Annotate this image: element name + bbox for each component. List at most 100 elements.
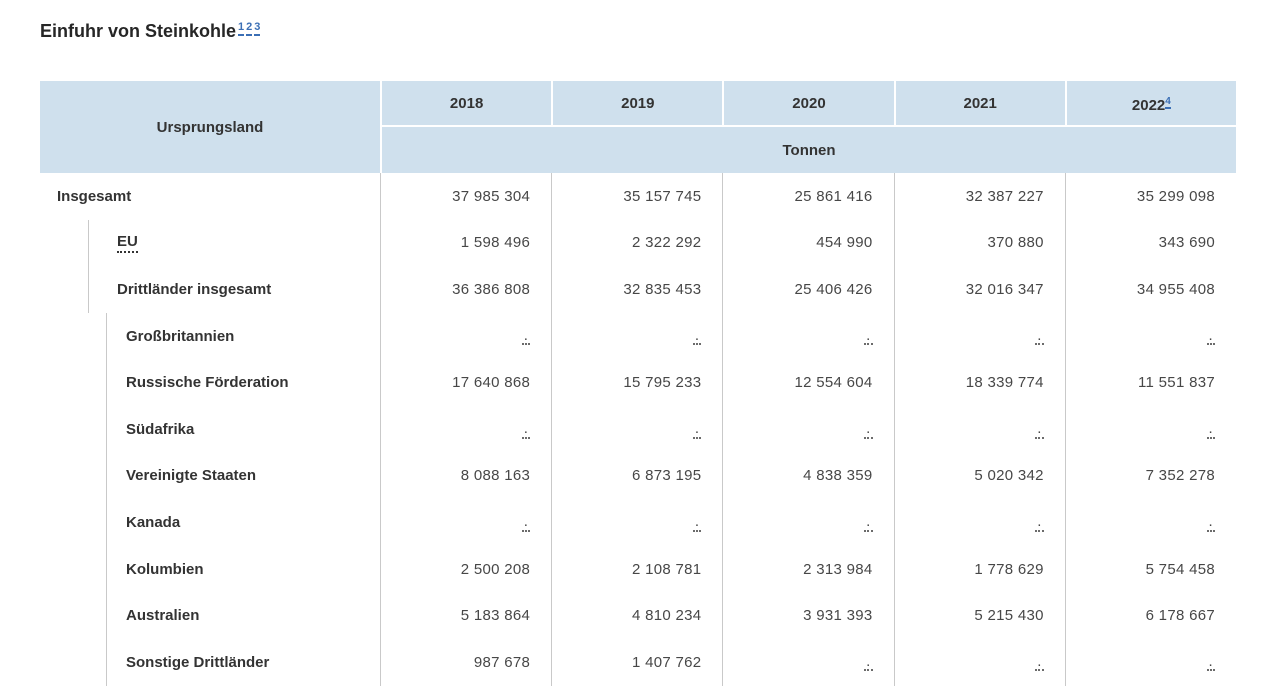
value-cell: 3 931 393	[722, 592, 893, 639]
value-cell: 5 754 458	[1065, 546, 1236, 593]
value-cell: 32 016 347	[894, 266, 1065, 313]
table-header: Ursprungsland 2018 2019 2020 2021 20224 …	[40, 81, 1236, 173]
no-data-symbol[interactable]: .	[693, 422, 701, 439]
value-cell: 8 088 163	[380, 453, 551, 500]
no-data-symbol[interactable]: .	[864, 329, 872, 346]
table-row: Kolumbien2 500 2082 108 7812 313 9841 77…	[40, 546, 1236, 593]
value-cell: 6 178 667	[1065, 592, 1236, 639]
value-cell: .	[1065, 313, 1236, 360]
row-label: Australien	[126, 607, 199, 624]
value-cell: 5 183 864	[380, 592, 551, 639]
row-label: Südafrika	[126, 421, 194, 438]
value-cell: 12 554 604	[722, 359, 893, 406]
row-label-cell: Südafrika	[40, 406, 380, 453]
value-cell: .	[722, 639, 893, 686]
value-cell: 25 861 416	[722, 173, 893, 220]
no-data-symbol[interactable]: .	[522, 515, 530, 532]
table-row: Sonstige Drittländer 987 6781 407 762...	[40, 639, 1236, 686]
indent-guide-line	[106, 359, 107, 406]
table-row: Südafrika.....	[40, 406, 1236, 453]
value-cell: 1 598 496	[380, 220, 551, 267]
col-header-2022: 20224	[1065, 81, 1236, 127]
table-row: Kanada.....	[40, 499, 1236, 546]
value-cell: 987 678	[380, 639, 551, 686]
value-cell: 36 386 808	[380, 266, 551, 313]
no-data-symbol[interactable]: .	[1035, 329, 1043, 346]
row-label: Sonstige Drittländer	[126, 654, 269, 671]
row-label-cell: Großbritannien	[40, 313, 380, 360]
value-cell: .	[894, 406, 1065, 453]
no-data-symbol[interactable]: .	[1207, 515, 1215, 532]
value-cell: .	[722, 313, 893, 360]
row-label-cell: Sonstige Drittländer	[40, 639, 380, 686]
value-cell: .	[380, 313, 551, 360]
value-cell: 15 795 233	[551, 359, 722, 406]
value-cell: 2 322 292	[551, 220, 722, 267]
value-cell: 7 352 278	[1065, 453, 1236, 500]
table-row: EU1 598 4962 322 292454 990370 880343 69…	[40, 220, 1236, 267]
title-footnote-link-2[interactable]: 2	[246, 21, 252, 36]
no-data-symbol[interactable]: .	[864, 515, 872, 532]
page-title-text: Einfuhr von Steinkohle	[40, 21, 236, 41]
no-data-symbol[interactable]: .	[864, 422, 872, 439]
table-row: Australien 5 183 8644 810 2343 931 3935 2…	[40, 592, 1236, 639]
value-cell: 32 835 453	[551, 266, 722, 313]
indent-guide-line	[88, 266, 89, 313]
col-header-2021: 2021	[894, 81, 1065, 127]
row-label: Drittländer insgesamt	[117, 281, 271, 298]
table-row: Drittländer insgesamt 36 386 80832 835 45…	[40, 266, 1236, 313]
value-cell: 454 990	[722, 220, 893, 267]
value-cell: .	[894, 313, 1065, 360]
value-cell: 5 215 430	[894, 592, 1065, 639]
value-cell: 25 406 426	[722, 266, 893, 313]
no-data-symbol[interactable]: .	[522, 422, 530, 439]
indent-guide-line	[106, 406, 107, 453]
title-footnote-link-3[interactable]: 3	[254, 21, 260, 36]
year-label: 2019	[621, 95, 654, 112]
header-row-years: Ursprungsland 2018 2019 2020 2021 20224	[40, 81, 1236, 127]
indent-guide-line	[106, 639, 107, 686]
value-cell: 32 387 227	[894, 173, 1065, 220]
value-cell: 343 690	[1065, 220, 1236, 267]
value-cell: 37 985 304	[380, 173, 551, 220]
year-footnote-link-4[interactable]: 4	[1165, 96, 1171, 109]
year-label: 2022	[1132, 97, 1165, 114]
data-table: Ursprungsland 2018 2019 2020 2021 20224 …	[40, 81, 1236, 686]
row-label-cell: EU	[40, 220, 380, 267]
no-data-symbol[interactable]: .	[693, 329, 701, 346]
col-header-2019: 2019	[551, 81, 722, 127]
row-label: Insgesamt	[57, 188, 131, 205]
value-cell: 4 810 234	[551, 592, 722, 639]
value-cell: 2 108 781	[551, 546, 722, 593]
no-data-symbol[interactable]: .	[1207, 329, 1215, 346]
value-cell: .	[894, 639, 1065, 686]
indent-guide-line	[88, 220, 89, 267]
no-data-symbol[interactable]: .	[1035, 515, 1043, 532]
no-data-symbol[interactable]: .	[522, 329, 530, 346]
row-label: Kolumbien	[126, 561, 204, 578]
value-cell: .	[1065, 499, 1236, 546]
value-cell: .	[894, 499, 1065, 546]
no-data-symbol[interactable]: .	[1207, 422, 1215, 439]
no-data-symbol[interactable]: .	[864, 655, 872, 672]
value-cell: .	[380, 406, 551, 453]
title-footnote-link-1[interactable]: 1	[238, 21, 244, 36]
no-data-symbol[interactable]: .	[1035, 422, 1043, 439]
value-cell: 11 551 837	[1065, 359, 1236, 406]
no-data-symbol[interactable]: .	[1035, 655, 1043, 672]
col-header-2018: 2018	[380, 81, 551, 127]
value-cell: 1 407 762	[551, 639, 722, 686]
no-data-symbol[interactable]: .	[1207, 655, 1215, 672]
value-cell: 6 873 195	[551, 453, 722, 500]
row-label-cell: Kolumbien	[40, 546, 380, 593]
row-label[interactable]: EU	[117, 233, 138, 253]
value-cell: 5 020 342	[894, 453, 1065, 500]
value-cell: .	[380, 499, 551, 546]
value-cell: .	[551, 313, 722, 360]
table-body: Insgesamt37 985 30435 157 74525 861 4163…	[40, 173, 1236, 686]
value-cell: .	[1065, 406, 1236, 453]
indent-guide-line	[106, 453, 107, 500]
no-data-symbol[interactable]: .	[693, 515, 701, 532]
row-label-cell: Kanada	[40, 499, 380, 546]
row-label-cell: Russische Förderation	[40, 359, 380, 406]
